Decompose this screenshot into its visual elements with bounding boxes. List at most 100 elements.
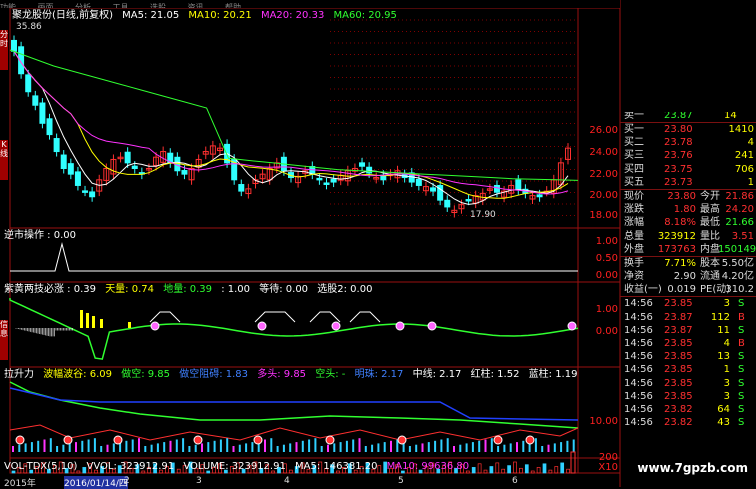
trade-volume: 3 <box>723 377 730 389</box>
orderbook-buy: 买一 23.80 1410 买二 23.78 4 买三 23.76 241 买四 23.75 7… <box>620 123 756 189</box>
panel4-bar <box>131 439 134 452</box>
trade-volume: 43 <box>717 417 730 429</box>
trade-time: 14:56 <box>624 311 653 323</box>
candle-body <box>330 178 337 183</box>
trade-row: 14:56 23.85 3 S <box>620 390 756 403</box>
volume-bar <box>530 470 535 474</box>
panel4-green-line <box>9 381 579 429</box>
ytick: 26.00 <box>589 125 618 136</box>
panel4-bar <box>301 440 304 452</box>
candle-body <box>32 95 39 106</box>
panel4-bar <box>534 438 537 452</box>
candle-body <box>131 165 138 169</box>
panel-frame <box>9 227 621 283</box>
panel4-signal-dot <box>63 435 73 445</box>
panel4-bar <box>421 443 424 452</box>
ma10-label: MA10: 20.21 <box>188 10 252 21</box>
trade-side: S <box>738 403 745 415</box>
trade-side: B <box>738 311 745 323</box>
stats-row: 涨跌 1.80 最高 24.20 <box>624 204 754 216</box>
panel4-kongtou: 做空阻碍: 1.83 <box>179 369 249 380</box>
stats-block: 现价 23.80 今开 21.86 涨跌 1.80 最高 24.20 涨幅 8.18% 最低 21… <box>620 190 756 256</box>
orderbook-buy-row: 买四 23.75 706 <box>624 163 754 175</box>
trade-row: 14:56 23.82 43 S <box>620 416 756 429</box>
ma60-line <box>9 49 579 181</box>
panel4-bar <box>352 439 355 452</box>
ytick: 1.00 <box>595 236 618 247</box>
panel4-bar <box>100 446 103 452</box>
menu-item[interactable]: 分析 <box>75 4 91 9</box>
ytick: X10 <box>598 462 618 473</box>
panel4-bar <box>333 443 336 452</box>
panel4-bar <box>522 440 525 452</box>
panel3-yellow-bar <box>86 313 89 328</box>
side-tab-kline[interactable]: K线 <box>0 140 8 180</box>
volume-bar <box>536 467 541 474</box>
menu-item[interactable]: 帮助 <box>225 4 241 9</box>
candle-body <box>515 179 522 191</box>
panel4-bar <box>516 442 518 452</box>
panel4-bar <box>371 444 374 452</box>
panel3-tiandi: 天量: 0.74 <box>105 284 155 295</box>
panel4-bar <box>440 439 443 452</box>
panel4-bar <box>295 442 298 452</box>
trade-volume: 3 <box>723 298 730 310</box>
panel3-oscillator <box>9 298 579 360</box>
volume-bar <box>524 464 529 474</box>
menu-item[interactable]: 工具 <box>113 4 129 9</box>
panel5-ma5: MA5: 146381.20 <box>295 461 378 472</box>
panel4-bar <box>226 438 229 452</box>
panel4-hongzhu: 红柱: 1.52 <box>470 369 520 380</box>
panel4-bar <box>572 439 575 452</box>
stats-row: 涨幅 8.18% 最低 21.66 <box>624 217 754 229</box>
panel4-bar <box>43 439 46 452</box>
panel4-bar <box>320 446 323 452</box>
panel4-bar <box>75 442 77 452</box>
candle-body <box>39 102 46 124</box>
menu-item[interactable]: 功能 <box>0 4 16 9</box>
trade-price: 23.82 <box>664 403 693 415</box>
trade-side: S <box>738 324 745 336</box>
candle-body <box>316 177 323 181</box>
quote-panel: 卖一 23.87 14 买一 23.80 1410 买二 23.78 4 买三 23.76… <box>620 112 756 429</box>
candle-body <box>74 171 81 186</box>
panel4-bar <box>314 438 317 452</box>
panel4-zhongxian: 中线: 2.17 <box>412 369 462 380</box>
x-label-current: 2016/01/14/四 <box>64 476 128 489</box>
trade-time: 14:56 <box>624 403 653 415</box>
ytick: 0.00 <box>595 326 618 337</box>
high-mark: 35.86 <box>16 22 42 32</box>
ytick: 1.00 <box>595 304 618 315</box>
volume-bar <box>489 466 494 474</box>
volume-bar <box>560 462 565 474</box>
panel4-bar <box>289 443 292 452</box>
trade-row: 14:56 23.85 1 S <box>620 363 756 376</box>
trade-list: 14:56 23.85 3 S 14:56 23.87 112 B 14:56 23.87 11 S 1… <box>620 297 756 429</box>
trade-volume: 13 <box>717 351 730 363</box>
trade-volume: 112 <box>710 311 730 323</box>
x-label: 2015年 <box>4 479 36 489</box>
side-tab-info[interactable]: 信息 <box>0 320 8 360</box>
panel3-white-trace <box>149 311 381 323</box>
panel4-bar <box>390 440 392 452</box>
panel4-bar <box>509 443 512 452</box>
panel4-signal-dot <box>15 435 25 445</box>
panel4-signal-dot <box>397 435 407 445</box>
candle-body <box>82 190 89 193</box>
stock-title: 聚龙股份(日线,前复权) <box>12 10 113 21</box>
panel4-bar <box>364 446 367 452</box>
ytick: 10.00 <box>589 416 618 427</box>
panel4-bar <box>56 446 59 452</box>
panel4-legend: 拉升力 波幅波谷: 6.09 做空: 9.85 做空阻碍: 1.83 多头: 9… <box>4 369 583 381</box>
panel3-yellow-bar <box>100 319 103 328</box>
menu-item[interactable]: 画面 <box>38 4 54 9</box>
trade-price: 23.82 <box>664 417 693 429</box>
menu-item[interactable]: 选股 <box>150 4 166 9</box>
menu-item[interactable]: 资讯 <box>188 4 204 9</box>
trade-row: 14:56 23.85 13 S <box>620 350 756 363</box>
panel4-bar <box>49 438 52 452</box>
volume-bar <box>554 466 559 474</box>
trade-row: 14:56 23.87 11 S <box>620 324 756 337</box>
panel4-bar <box>345 440 348 452</box>
side-tab-fenshi[interactable]: 分时 <box>0 30 8 70</box>
